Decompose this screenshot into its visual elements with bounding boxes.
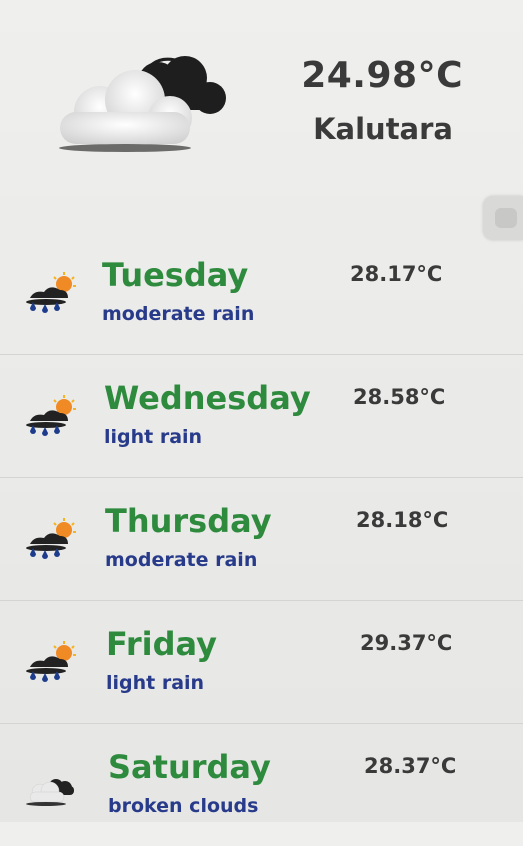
- rain-sun-icon: [26, 641, 76, 682]
- forecast-description: light rain: [106, 672, 205, 694]
- forecast-row-friday[interactable]: Friday light rain 29.37°C: [0, 601, 523, 724]
- forecast-description: moderate rain: [102, 303, 255, 325]
- forecast-day: Saturday: [108, 748, 271, 786]
- forecast-description: broken clouds: [108, 795, 259, 817]
- broken-clouds-icon: [59, 56, 226, 152]
- forecast-description: light rain: [104, 426, 203, 448]
- forecast-temperature: 29.37°C: [360, 631, 453, 655]
- forecast-temperature: 28.37°C: [364, 754, 457, 778]
- city-name: Kalutara: [313, 112, 453, 146]
- forecast-row-tuesday[interactable]: Tuesday moderate rain 28.17°C: [0, 232, 523, 355]
- forecast-temperature: 28.17°C: [350, 262, 443, 286]
- forecast-description: moderate rain: [105, 549, 258, 571]
- forecast-day: Friday: [106, 625, 217, 663]
- current-weather-header: 24.98°C Kalutara: [0, 0, 523, 240]
- rain-sun-icon: [26, 272, 76, 313]
- forecast-day: Tuesday: [102, 256, 249, 294]
- broken-clouds-icon: [26, 779, 74, 806]
- forecast-temperature: 28.18°C: [356, 508, 449, 532]
- forecast-temperature: 28.58°C: [353, 385, 446, 409]
- forecast-day: Thursday: [105, 502, 272, 540]
- current-temperature: 24.98°C: [301, 55, 463, 96]
- forecast-row-saturday[interactable]: Saturday broken clouds 28.37°C: [0, 724, 523, 846]
- forecast-row-wednesday[interactable]: Wednesday light rain 28.58°C: [0, 355, 523, 478]
- forecast-row-thursday[interactable]: Thursday moderate rain 28.18°C: [0, 478, 523, 601]
- forecast-day: Wednesday: [104, 379, 311, 417]
- forecast-list: Tuesday moderate rain 28.17°C Wednesday …: [0, 232, 523, 846]
- rain-sun-icon: [26, 395, 76, 436]
- rain-sun-icon: [26, 518, 76, 559]
